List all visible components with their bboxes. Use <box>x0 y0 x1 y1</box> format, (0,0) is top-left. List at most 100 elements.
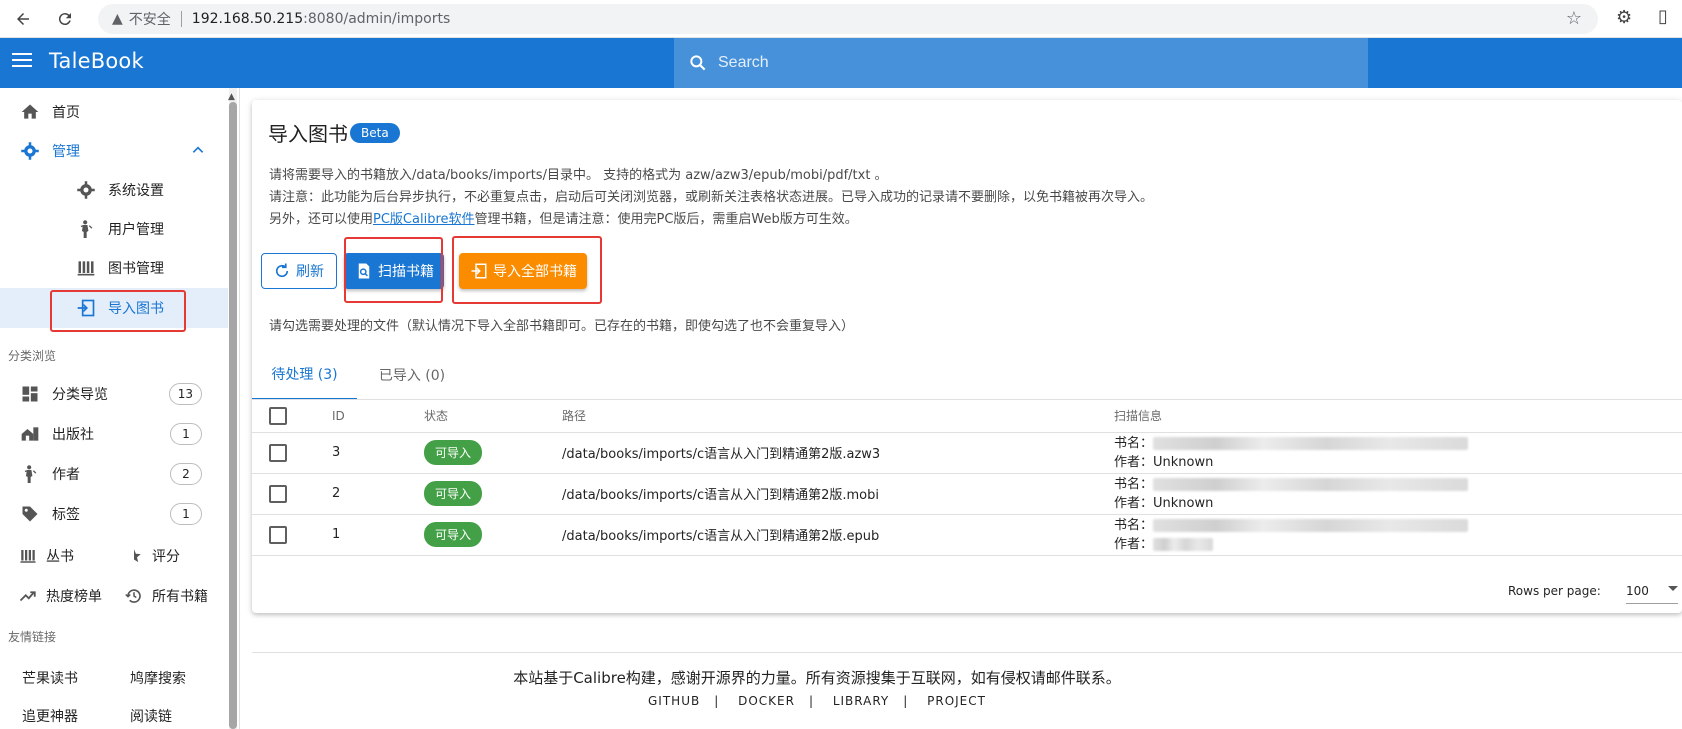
sidebar-item-hot[interactable]: 热度榜单 <box>18 578 102 614</box>
page-title: 导入图书 Beta <box>268 118 400 147</box>
row-checkbox[interactable] <box>269 484 287 503</box>
scan-title-label: 书名： <box>1114 476 1154 492</box>
select-all-checkbox[interactable] <box>269 406 287 425</box>
scroll-up-arrow-icon[interactable]: ▲ <box>228 92 235 102</box>
selection-hint: 请勾选需要处理的文件（默认情况下导入全部书籍即可。已存在的书籍，即使勾选了也不会… <box>269 319 855 334</box>
sidebar-scrollbar-thumb[interactable] <box>229 102 237 729</box>
reload-icon[interactable] <box>52 6 78 32</box>
sidebar-item-book-management[interactable]: 图书管理 <box>0 248 228 288</box>
sidebar-item-label: 导入图书 <box>108 301 164 317</box>
warning-icon: ▲ <box>112 11 123 27</box>
address-separator <box>180 11 182 27</box>
sidebar-item-category-nav[interactable]: 分类导览 13 <box>0 374 228 414</box>
count-badge: 2 <box>170 463 202 485</box>
sidebar-item-system-settings[interactable]: 系统设置 <box>0 170 228 210</box>
sidebar-item-publisher[interactable]: 出版社 1 <box>0 414 228 454</box>
cell-id: 2 <box>332 473 424 515</box>
footer-link-library[interactable]: LIBRARY <box>833 694 889 708</box>
tabs: 待处理 (3) 已导入 (0) <box>252 350 652 400</box>
links-subheader: 友情链接 <box>8 630 57 644</box>
search-box[interactable] <box>674 38 1368 88</box>
footer-link-github[interactable]: GITHUB <box>648 694 700 708</box>
footer-divider <box>252 652 1682 653</box>
home-work-icon <box>18 422 42 446</box>
sidebar-item-import-books[interactable]: 导入图书 <box>0 288 228 328</box>
browser-toolbar: ▲ 不安全 192.168.50.215:8080/admin/imports … <box>0 0 1682 38</box>
page-title-text: 导入图书 <box>268 122 348 146</box>
bookmark-star-icon[interactable]: ☆ <box>1566 8 1582 29</box>
sidebar-item-series[interactable]: 丛书 <box>18 538 74 574</box>
import-all-button[interactable]: 导入全部书籍 <box>459 253 587 289</box>
table-row[interactable]: 1 可导入 /data/books/imports/c语言从入门到精通第2版.e… <box>252 514 1682 556</box>
library-shelf-icon <box>18 546 38 566</box>
sidebar-link[interactable]: 芒果读书 <box>22 668 78 688</box>
footer-link-project[interactable]: PROJECT <box>927 694 986 708</box>
sidebar-link[interactable]: 追更神器 <box>22 706 78 726</box>
sidebar-link[interactable]: 鸠摩搜索 <box>130 668 186 688</box>
sidebar-item-label: 首页 <box>52 105 80 121</box>
table-header-row: ID 状态 路径 扫描信息 <box>252 400 1682 433</box>
sidebar-item-author[interactable]: 作者 2 <box>0 454 228 494</box>
count-badge: 13 <box>168 383 202 405</box>
scan-books-button[interactable]: 扫描书籍 <box>344 253 444 289</box>
sidebar-item-label: 图书管理 <box>108 261 164 277</box>
settings-icon <box>74 178 98 202</box>
gear-icon <box>18 139 42 163</box>
sidebar: 首页 管理 系统设置 用户管理 图书管理 导入图书 分类浏览 分类导览 13 出… <box>0 88 240 729</box>
cell-path: /data/books/imports/c语言从入门到精通第2版.epub <box>562 514 1114 556</box>
scan-title-label: 书名： <box>1114 517 1154 533</box>
sidebar-item-label: 用户管理 <box>108 222 164 238</box>
description-text: 另外，还可以使用 <box>269 212 374 227</box>
sidebar-item-label: 评分 <box>152 549 180 565</box>
side-panel-icon[interactable]: ▯ <box>1658 6 1668 27</box>
chevron-up-icon[interactable] <box>191 143 205 161</box>
import-card: 导入图书 Beta 请将需要导入的书籍放入/data/books/imports… <box>252 100 1682 613</box>
row-checkbox[interactable] <box>269 443 287 462</box>
tab-imported[interactable]: 已导入 (0) <box>357 350 467 400</box>
menu-icon[interactable] <box>12 53 32 73</box>
column-header-path[interactable]: 路径 <box>562 400 1114 433</box>
column-header-id[interactable]: ID <box>332 400 424 433</box>
sidebar-item-rating[interactable]: 评分 <box>124 538 180 574</box>
table-row[interactable]: 2 可导入 /data/books/imports/c语言从入门到精通第2版.m… <box>252 473 1682 515</box>
search-icon <box>690 55 706 71</box>
sidebar-item-user-management[interactable]: 用户管理 <box>0 209 228 249</box>
redacted-author <box>1153 537 1214 551</box>
table-row[interactable]: 3 可导入 /data/books/imports/c语言从入门到精通第2版.a… <box>252 432 1682 474</box>
footer-links: GITHUB | DOCKER | LIBRARY | PROJECT <box>648 694 986 708</box>
search-input[interactable] <box>716 53 1316 73</box>
sidebar-item-home[interactable]: 首页 <box>0 92 228 132</box>
column-header-status[interactable]: 状态 <box>424 400 562 433</box>
table-pagination: Rows per page: 100 <box>252 570 1682 610</box>
footer-text: 本站基于Calibre构建，感谢开源界的力量。所有资源搜集于互联网，如有侵权请邮… <box>513 669 1121 687</box>
address-bar[interactable]: ▲ 不安全 192.168.50.215:8080/admin/imports … <box>98 4 1598 34</box>
cell-scan-info: 书名： 作者：Unknown <box>1114 432 1682 474</box>
browse-subheader: 分类浏览 <box>8 349 57 363</box>
status-badge: 可导入 <box>424 440 483 465</box>
footer-link-docker[interactable]: DOCKER <box>738 694 795 708</box>
back-arrow-icon[interactable] <box>10 6 36 32</box>
star-half-icon <box>124 546 144 566</box>
tab-pending[interactable]: 待处理 (3) <box>252 350 357 400</box>
redacted-title <box>1153 436 1469 450</box>
sidebar-item-manage[interactable]: 管理 <box>0 131 228 171</box>
calibre-pc-link[interactable]: PC版Calibre软件 <box>373 212 475 227</box>
sidebar-item-label: 标签 <box>52 507 80 523</box>
extensions-icon[interactable]: ⚙ <box>1616 7 1632 28</box>
column-header-scan-info[interactable]: 扫描信息 <box>1114 400 1682 433</box>
insecure-label: 不安全 <box>128 12 171 28</box>
sidebar-item-tags[interactable]: 标签 1 <box>0 494 228 534</box>
home-icon <box>18 100 42 124</box>
sidebar-link[interactable]: 阅读链 <box>130 706 172 726</box>
app-bar: TaleBook <box>0 38 1682 88</box>
refresh-button[interactable]: 刷新 <box>261 253 337 289</box>
sidebar-item-label: 出版社 <box>52 427 94 443</box>
app-title[interactable]: TaleBook <box>49 49 144 73</box>
refresh-label: 刷新 <box>296 264 324 280</box>
cell-scan-info: 书名： 作者： <box>1114 514 1682 556</box>
row-checkbox[interactable] <box>269 525 287 544</box>
rows-per-page-select[interactable]: 100 <box>1626 578 1678 604</box>
url-path: :8080/admin/imports <box>303 11 451 27</box>
rows-per-page-value: 100 <box>1626 583 1649 598</box>
sidebar-item-all-books[interactable]: 所有书籍 <box>124 578 208 614</box>
